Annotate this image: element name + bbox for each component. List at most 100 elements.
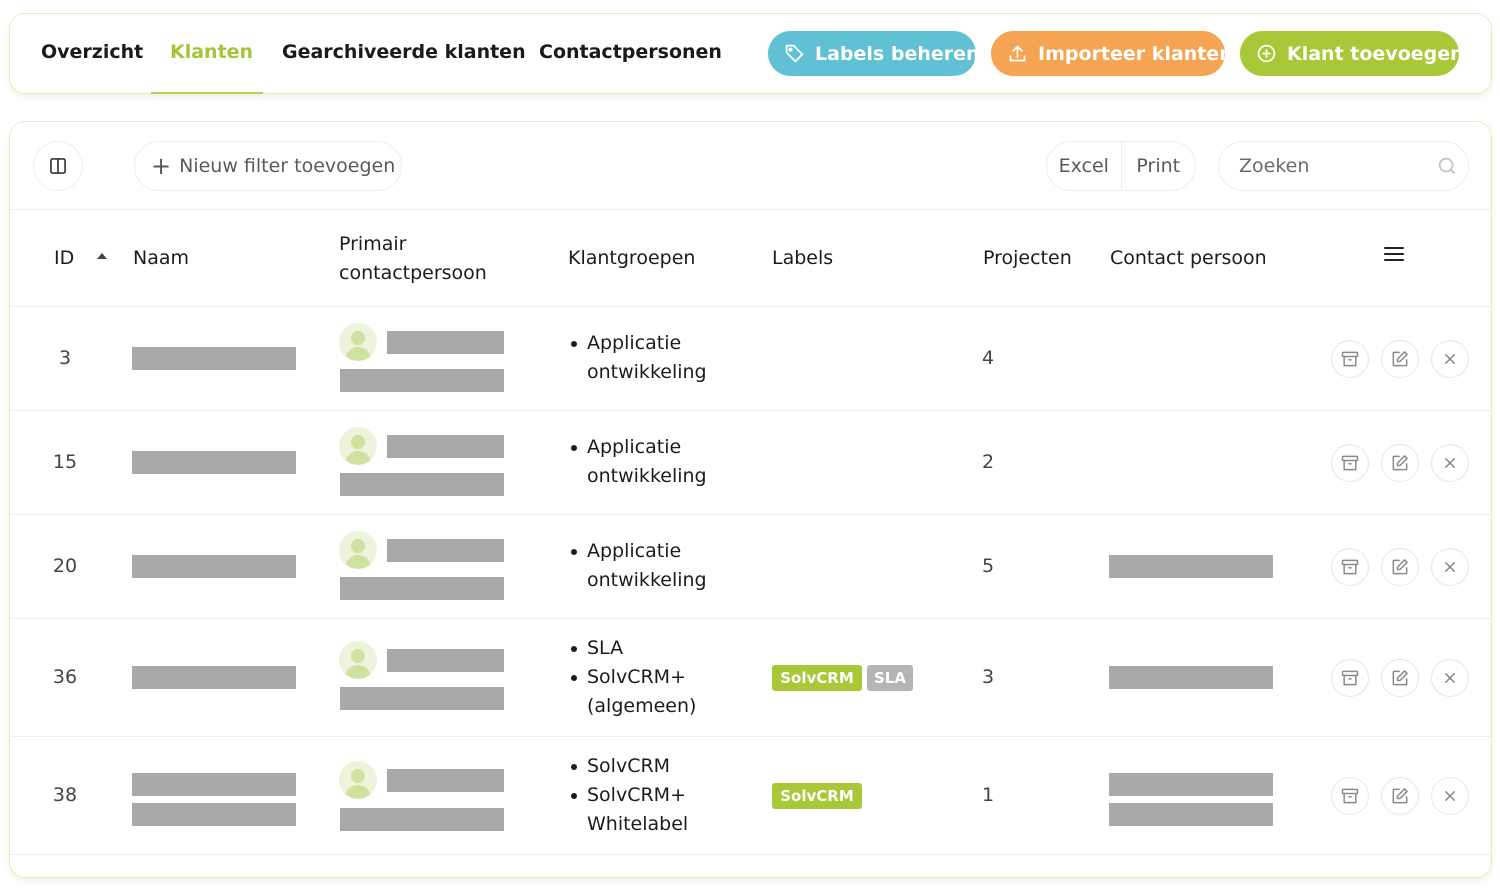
redacted-contact-name xyxy=(387,435,504,458)
group-item: SolvCRM xyxy=(568,752,688,781)
column-header-projecten[interactable]: Projecten xyxy=(983,244,1072,273)
column-header-naam[interactable]: Naam xyxy=(133,244,189,273)
redacted-name xyxy=(132,555,296,578)
edit-button[interactable] xyxy=(1381,659,1419,697)
group-item: Applicatie xyxy=(568,329,707,358)
upload-icon xyxy=(1009,45,1026,62)
redacted-contact-person xyxy=(1109,555,1273,578)
redacted-contact-email xyxy=(340,369,504,392)
table-row[interactable]: 36 SLA SolvCRM+ (algemeen) SolvCRM SLA 3 xyxy=(10,619,1491,737)
table-row[interactable]: 3 Applicatie ontwikkeling 4 xyxy=(10,307,1491,411)
column-header-labels[interactable]: Labels xyxy=(772,244,833,273)
column-header-contact-persoon[interactable]: Contact persoon xyxy=(1110,244,1267,273)
delete-button[interactable] xyxy=(1431,444,1469,482)
close-icon xyxy=(1445,673,1455,683)
redacted-name xyxy=(132,773,296,796)
edit-button[interactable] xyxy=(1381,444,1419,482)
redacted-contact-name xyxy=(387,539,504,562)
redacted-contact-person xyxy=(1109,666,1273,689)
edit-button[interactable] xyxy=(1381,548,1419,586)
delete-button[interactable] xyxy=(1431,659,1469,697)
redacted-contact-person-line2 xyxy=(1109,803,1273,826)
cell-projects: 2 xyxy=(982,451,995,473)
close-icon xyxy=(1445,354,1455,364)
edit-icon xyxy=(1392,670,1408,686)
search-input[interactable] xyxy=(1239,155,1424,177)
sort-ascending-icon[interactable] xyxy=(97,253,107,259)
cell-projects: 5 xyxy=(982,555,995,577)
archive-button[interactable] xyxy=(1331,659,1369,697)
edit-icon xyxy=(1392,351,1408,367)
archive-button[interactable] xyxy=(1331,548,1369,586)
group-item-continuation: Whitelabel xyxy=(587,813,689,835)
print-button[interactable]: Print xyxy=(1120,142,1196,190)
add-filter-button[interactable]: + Nieuw filter toevoegen xyxy=(134,141,402,191)
tag-icon xyxy=(785,44,804,63)
add-customer-button[interactable]: Klant toevoegen xyxy=(1240,31,1464,76)
archive-button[interactable] xyxy=(1331,777,1369,815)
customer-groups: SolvCRM SolvCRM+ Whitelabel xyxy=(568,752,688,839)
column-menu-icon[interactable] xyxy=(1384,247,1404,263)
column-header-primair-line2: contactpersoon xyxy=(339,262,487,284)
redacted-name xyxy=(132,451,296,474)
add-filter-label: Nieuw filter toevoegen xyxy=(179,155,396,177)
edit-button[interactable] xyxy=(1381,340,1419,378)
column-header-primair[interactable]: Primair contactpersoon xyxy=(339,230,487,288)
cell-id: 38 xyxy=(52,784,78,806)
table-row[interactable]: 38 SolvCRM SolvCRM+ Whitelabel SolvCRM 1 xyxy=(10,737,1491,855)
active-tab-indicator xyxy=(151,92,263,94)
archive-icon xyxy=(1341,788,1359,804)
customers-card: + Nieuw filter toevoegen Excel Print ID … xyxy=(9,121,1492,878)
redacted-name xyxy=(132,666,296,689)
plus-icon: + xyxy=(151,152,172,180)
redacted-contact-name xyxy=(387,649,504,672)
archive-icon xyxy=(1341,455,1359,471)
archive-button[interactable] xyxy=(1331,340,1369,378)
search-icon[interactable] xyxy=(1436,155,1458,177)
archive-icon xyxy=(1341,351,1359,367)
export-button-group: Excel Print xyxy=(1046,141,1196,191)
edit-icon xyxy=(1392,559,1408,575)
excel-export-button[interactable]: Excel xyxy=(1047,142,1121,190)
archive-button[interactable] xyxy=(1331,444,1369,482)
import-customers-button[interactable]: Importeer klanten xyxy=(991,31,1233,76)
redacted-contact-name xyxy=(387,331,504,354)
archive-icon xyxy=(1341,670,1359,686)
close-icon xyxy=(1445,791,1455,801)
table-header: ID Naam Primair contactpersoon Klantgroe… xyxy=(10,210,1491,307)
columns-icon xyxy=(50,158,66,174)
column-toggle-button[interactable] xyxy=(33,141,83,191)
group-item: SolvCRM+ xyxy=(568,663,696,692)
table-row[interactable]: 20 Applicatie ontwikkeling 5 xyxy=(10,515,1491,619)
tab-overzicht[interactable]: Overzicht xyxy=(41,41,143,63)
avatar xyxy=(339,427,377,465)
cell-id: 15 xyxy=(52,451,78,473)
edit-button[interactable] xyxy=(1381,777,1419,815)
label-tag: SLA xyxy=(867,665,913,691)
group-item: SLA xyxy=(568,634,696,663)
group-item-continuation: ontwikkeling xyxy=(587,465,707,487)
delete-button[interactable] xyxy=(1431,340,1469,378)
delete-button[interactable] xyxy=(1431,548,1469,586)
group-item: Applicatie xyxy=(568,537,707,566)
manage-labels-button[interactable]: Labels beheren xyxy=(768,31,980,76)
column-header-klantgroepen[interactable]: Klantgroepen xyxy=(568,244,695,273)
avatar xyxy=(339,323,377,361)
tab-contactpersonen[interactable]: Contactpersonen xyxy=(539,41,722,63)
tab-klanten[interactable]: Klanten xyxy=(170,41,253,63)
search-box xyxy=(1218,141,1469,191)
cell-projects: 3 xyxy=(982,666,995,688)
top-navigation: Overzicht Klanten Gearchiveerde klanten … xyxy=(9,13,1492,94)
cell-id: 20 xyxy=(52,555,78,577)
tab-gearchiveerde-klanten[interactable]: Gearchiveerde klanten xyxy=(282,41,526,63)
delete-button[interactable] xyxy=(1431,777,1469,815)
group-item-continuation: (algemeen) xyxy=(587,695,697,717)
group-item-continuation: ontwikkeling xyxy=(587,569,707,591)
manage-labels-label: Labels beheren xyxy=(815,42,980,65)
redacted-contact-name xyxy=(387,769,504,792)
table-row[interactable]: 15 Applicatie ontwikkeling 2 xyxy=(10,411,1491,515)
cell-projects: 4 xyxy=(982,347,995,369)
redacted-contact-email xyxy=(340,808,504,831)
column-header-id[interactable]: ID xyxy=(54,244,74,273)
plus-circle-icon xyxy=(1257,44,1276,63)
